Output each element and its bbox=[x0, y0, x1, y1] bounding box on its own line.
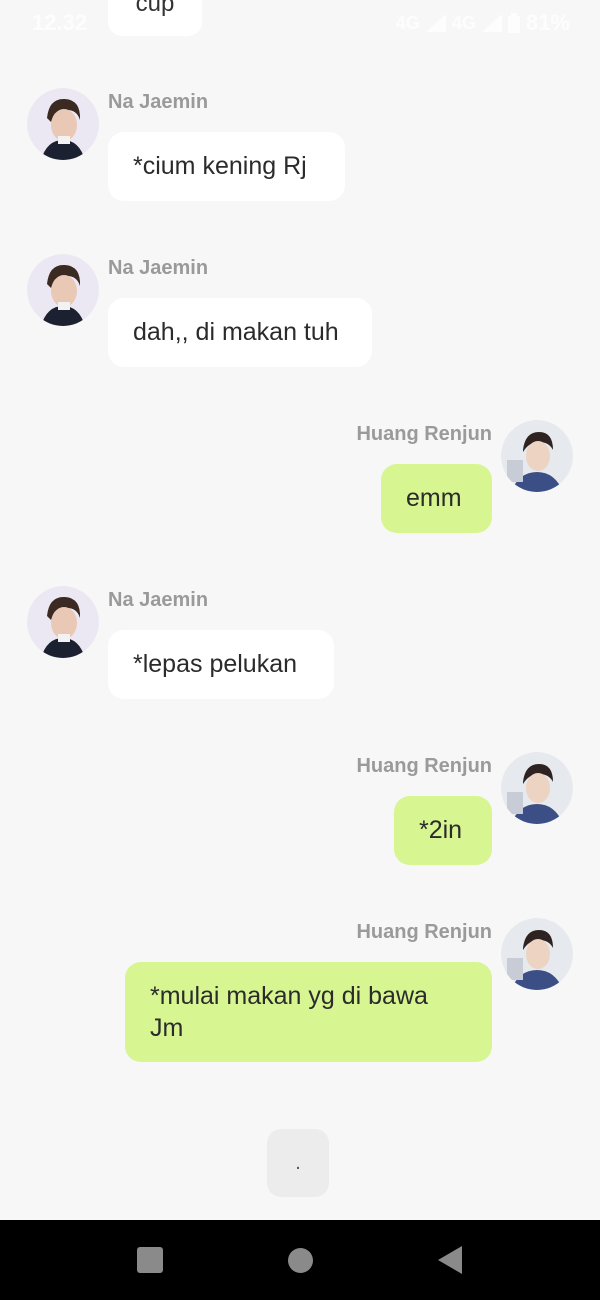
sender-name: Na Jaemin bbox=[108, 257, 209, 279]
message-bubble[interactable]: emm bbox=[381, 464, 492, 533]
status-bar: 12.32 4G 4G 81% bbox=[0, 0, 600, 44]
recent-apps-button[interactable] bbox=[124, 1220, 176, 1300]
status-icons: 4G 4G 81% bbox=[396, 10, 570, 36]
message-incoming: Na Jaemin dah,, di makan tuh bbox=[0, 254, 600, 374]
partial-message-bubble: cup bbox=[108, 0, 202, 36]
message-outgoing: Huang Renjun *mulai makan yg di bawa Jm bbox=[0, 918, 600, 1068]
message-bubble[interactable]: *2in bbox=[394, 796, 492, 865]
message-outgoing: Huang Renjun emm bbox=[0, 420, 600, 540]
renjun-avatar-icon bbox=[501, 918, 573, 990]
network-label-2: 4G bbox=[451, 12, 476, 33]
renjun-avatar-icon bbox=[501, 420, 573, 492]
message-incoming: Na Jaemin *cium kening Rj bbox=[0, 88, 600, 208]
jaemin-avatar-icon bbox=[27, 88, 99, 160]
message-bubble[interactable]: dah,, di makan tuh bbox=[108, 298, 372, 367]
jaemin-avatar-icon bbox=[27, 254, 99, 326]
sender-name: Na Jaemin bbox=[108, 91, 209, 113]
home-button[interactable] bbox=[274, 1220, 326, 1300]
avatar[interactable] bbox=[501, 752, 573, 824]
message-incoming: Na Jaemin *lepas pelukan bbox=[0, 586, 600, 706]
message-text: *2in bbox=[419, 816, 463, 844]
sender-name: Huang Renjun bbox=[356, 755, 492, 777]
sender-name: Huang Renjun bbox=[356, 921, 492, 943]
avatar[interactable] bbox=[27, 586, 99, 658]
battery-percent: 81% bbox=[525, 10, 570, 35]
message-text: *mulai makan yg di bawa Jm bbox=[150, 982, 428, 1042]
sender-name: Na Jaemin bbox=[108, 589, 209, 611]
square-icon bbox=[137, 1247, 163, 1273]
battery-icon bbox=[507, 13, 520, 33]
network-label-1: 4G bbox=[395, 12, 420, 33]
avatar[interactable] bbox=[501, 420, 573, 492]
back-triangle-icon bbox=[438, 1246, 462, 1274]
signal-icon-2 bbox=[481, 14, 502, 32]
avatar[interactable] bbox=[27, 88, 99, 160]
signal-icon bbox=[425, 14, 446, 32]
message-bubble[interactable]: *cium kening Rj bbox=[108, 132, 345, 201]
message-text: emm bbox=[406, 484, 462, 512]
avatar[interactable] bbox=[501, 918, 573, 990]
circle-icon bbox=[287, 1247, 313, 1273]
navigation-bar bbox=[0, 1220, 600, 1300]
back-button[interactable] bbox=[424, 1220, 476, 1300]
message-bubble[interactable]: *lepas pelukan bbox=[108, 630, 334, 699]
jaemin-avatar-icon bbox=[27, 586, 99, 658]
typing-indicator-text: . bbox=[295, 1151, 301, 1174]
message-text: *lepas pelukan bbox=[133, 650, 298, 678]
typing-indicator[interactable]: . bbox=[267, 1129, 329, 1197]
partial-message-text: cup bbox=[135, 0, 175, 17]
renjun-avatar-icon bbox=[501, 752, 573, 824]
avatar[interactable] bbox=[27, 254, 99, 326]
message-text: *cium kening Rj bbox=[133, 152, 307, 180]
message-outgoing: Huang Renjun *2in bbox=[0, 752, 600, 872]
message-bubble[interactable]: *mulai makan yg di bawa Jm bbox=[125, 962, 492, 1062]
sender-name: Huang Renjun bbox=[356, 423, 492, 445]
message-text: dah,, di makan tuh bbox=[133, 318, 339, 346]
status-time: 12.32 bbox=[32, 10, 88, 35]
